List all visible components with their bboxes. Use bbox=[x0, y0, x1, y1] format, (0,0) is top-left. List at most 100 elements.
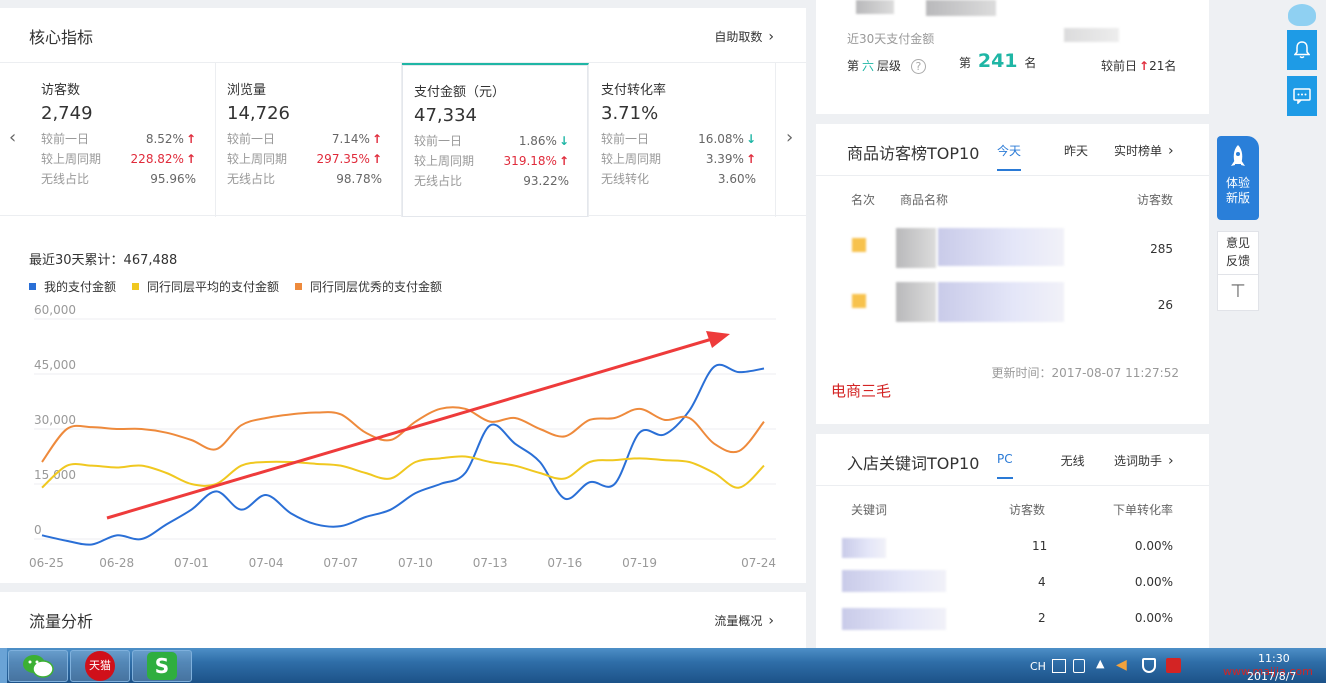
blurred-product-name bbox=[938, 228, 1064, 266]
metric-tile[interactable]: 支付金额（元） 47,334 较前一日 1.86% ↓ 较上周同期 319.18% ↑ 无线占比… bbox=[402, 63, 589, 217]
wechat-taskbar-button[interactable] bbox=[8, 650, 68, 682]
metric-compare-row: 无线占比 95.96% bbox=[41, 169, 196, 189]
arrow-down-icon: ↓ bbox=[558, 134, 569, 148]
tray-expand-icon[interactable]: ▲ bbox=[1096, 657, 1104, 670]
shield-icon[interactable] bbox=[1142, 658, 1156, 673]
legend-label: 我的支付金额 bbox=[44, 280, 117, 294]
legend-item[interactable]: 同行同层优秀的支付金额 bbox=[295, 278, 442, 295]
visitor-count: 285 bbox=[1150, 242, 1173, 256]
feedback-panel[interactable]: 意见 反馈 ⊤ bbox=[1217, 231, 1259, 311]
series-line-1[interactable] bbox=[41, 455, 765, 489]
legend-label: 同行同层平均的支付金额 bbox=[147, 280, 280, 294]
traffic-overview-label: 流量概况 bbox=[714, 614, 763, 628]
x-tick-label: 06-25 bbox=[29, 556, 64, 570]
visitor-count: 26 bbox=[1157, 298, 1173, 312]
try-label: 体验 bbox=[1225, 176, 1250, 190]
product-thumbnail bbox=[896, 282, 936, 322]
x-tick-label: 07-19 bbox=[622, 556, 657, 570]
metric-compare-value: 3.60% bbox=[717, 172, 756, 186]
tmall-taskbar-button[interactable]: 天猫 bbox=[70, 650, 130, 682]
metric-name: 浏览量 bbox=[227, 83, 267, 98]
metric-compare-row: 无线转化 3.60% bbox=[601, 169, 756, 189]
metric-compare-label: 较上周同期 bbox=[41, 152, 102, 166]
metric-row: ‹ 访客数 2,749 较前一日 8.52% ↑ 较上周同期 228.82% ↑ 无线占比 95.… bbox=[0, 62, 806, 217]
goods-tabs: 今天 昨天 bbox=[997, 142, 1088, 171]
y-tick-label: 60,000 bbox=[34, 303, 76, 317]
blurred-product-name bbox=[938, 282, 1064, 322]
device-icon[interactable] bbox=[1073, 659, 1085, 673]
tab-yesterday[interactable]: 昨天 bbox=[1064, 142, 1088, 171]
metric-value: 14,726 bbox=[227, 103, 290, 124]
x-tick-label: 07-07 bbox=[323, 556, 358, 570]
blurred-keyword bbox=[842, 538, 886, 558]
metric-name: 访客数 bbox=[41, 83, 81, 98]
rank-compare: 较前日 ↑21名 bbox=[1101, 59, 1177, 73]
feedback-label-1: 意见 bbox=[1225, 236, 1250, 250]
clock-date[interactable]: 2017/8/7 bbox=[1247, 670, 1296, 683]
update-time: 更新时间：2017-08-07 11:27:52 bbox=[991, 366, 1179, 380]
ime-indicator[interactable]: CH bbox=[1030, 660, 1046, 673]
arrow-up-icon: ↑ bbox=[1139, 59, 1150, 73]
wps-taskbar-button[interactable]: S bbox=[132, 650, 192, 682]
arrow-up-icon: ↑ bbox=[745, 152, 756, 166]
cumulative-total: 最近30天累计：467,488 bbox=[29, 253, 178, 268]
chevron-right-icon: › bbox=[1168, 143, 1174, 159]
metric-compare-label: 较前一日 bbox=[41, 132, 90, 146]
metric-compare-row: 较上周同期 3.39% ↑ bbox=[601, 149, 756, 169]
metric-compare-row: 较前一日 16.08% ↓ bbox=[601, 129, 756, 149]
header-conversion: 下单转化率 bbox=[1112, 503, 1173, 517]
keyword-visitors: 11 bbox=[1032, 539, 1048, 553]
traffic-analysis-card: 流量分析 流量概况 › bbox=[0, 592, 806, 652]
message-icon[interactable] bbox=[1287, 76, 1317, 116]
metric-compare-row: 较上周同期 319.18% ↑ bbox=[414, 151, 569, 171]
metric-value: 2,749 bbox=[41, 103, 93, 124]
help-icon[interactable]: ? bbox=[910, 59, 926, 74]
y-tick-label: 45,000 bbox=[34, 358, 76, 372]
header-visitors: 访客数 bbox=[1136, 193, 1173, 207]
cloud-mascot-icon[interactable] bbox=[1288, 4, 1316, 26]
header-visitors: 访客数 bbox=[1009, 503, 1046, 517]
arrow-down-icon: ↓ bbox=[745, 132, 756, 146]
header-rank: 名次 bbox=[851, 193, 876, 207]
tab-today[interactable]: 今天 bbox=[997, 142, 1022, 171]
keyword-visitors: 4 bbox=[1038, 575, 1046, 589]
start-edge bbox=[0, 648, 7, 683]
legend-swatch bbox=[295, 283, 303, 290]
back-to-top-icon[interactable]: ⊤ bbox=[1218, 274, 1258, 308]
metric-name: 支付金额（元） bbox=[414, 85, 506, 100]
try-new-version-button[interactable]: 体验 新版 bbox=[1217, 136, 1259, 220]
tab-wireless[interactable]: 无线 bbox=[1061, 452, 1085, 479]
arrow-up-icon: ↑ bbox=[371, 152, 382, 166]
keyword-assistant-link[interactable]: 选词助手 › bbox=[1114, 452, 1174, 469]
metric-tile[interactable]: 访客数 2,749 较前一日 8.52% ↑ 较上周同期 228.82% ↑ 无线占比 95.96… bbox=[29, 63, 216, 217]
legend-item[interactable]: 同行同层平均的支付金额 bbox=[132, 278, 279, 295]
self-service-data-link[interactable]: 自助取数 › bbox=[714, 28, 774, 45]
notification-bell-icon[interactable] bbox=[1287, 30, 1317, 70]
x-tick-label: 07-16 bbox=[547, 556, 582, 570]
chevron-left-icon[interactable]: ‹ bbox=[9, 127, 16, 148]
realtime-ranking-link[interactable]: 实时榜单 › bbox=[1114, 142, 1174, 159]
series-line-0[interactable] bbox=[41, 363, 765, 546]
metric-compare-value: 95.96% bbox=[150, 172, 196, 186]
chevron-right-icon: › bbox=[1168, 453, 1174, 469]
tmall-icon: 天猫 bbox=[85, 651, 115, 681]
keyword-top10-title: 入店关键词TOP10 bbox=[847, 454, 980, 473]
tab-pc[interactable]: PC bbox=[997, 452, 1013, 479]
metric-tile[interactable]: 支付转化率 3.71% 较前一日 16.08% ↓ 较上周同期 3.39% ↑ 无线转化 3.60… bbox=[589, 63, 776, 217]
speaker-icon[interactable]: ◀ bbox=[1116, 657, 1127, 673]
traffic-overview-link[interactable]: 流量概况 › bbox=[714, 612, 774, 629]
feedback-label-2: 反馈 bbox=[1225, 254, 1250, 268]
legend-item[interactable]: 我的支付金额 bbox=[29, 278, 116, 295]
clock-time[interactable]: 11:30 bbox=[1258, 652, 1290, 665]
rank-badge-icon bbox=[852, 238, 866, 252]
chevron-right-icon[interactable]: › bbox=[786, 127, 793, 148]
metric-compare-row: 无线占比 98.78% bbox=[227, 169, 382, 189]
metric-tile[interactable]: 浏览量 14,726 较前一日 7.14% ↑ 较上周同期 297.35% ↑ 无线占比 98.7… bbox=[215, 63, 402, 217]
metric-compare-value: 1.86% bbox=[518, 134, 557, 148]
metric-compare-value: 98.78% bbox=[336, 172, 382, 186]
input-method-icon[interactable] bbox=[1052, 659, 1066, 673]
metric-compare-label: 无线占比 bbox=[41, 172, 90, 186]
goods-top10-title: 商品访客榜TOP10 bbox=[847, 144, 980, 163]
arrow-up-icon: ↑ bbox=[185, 152, 196, 166]
app-tray-icon[interactable] bbox=[1166, 658, 1181, 673]
